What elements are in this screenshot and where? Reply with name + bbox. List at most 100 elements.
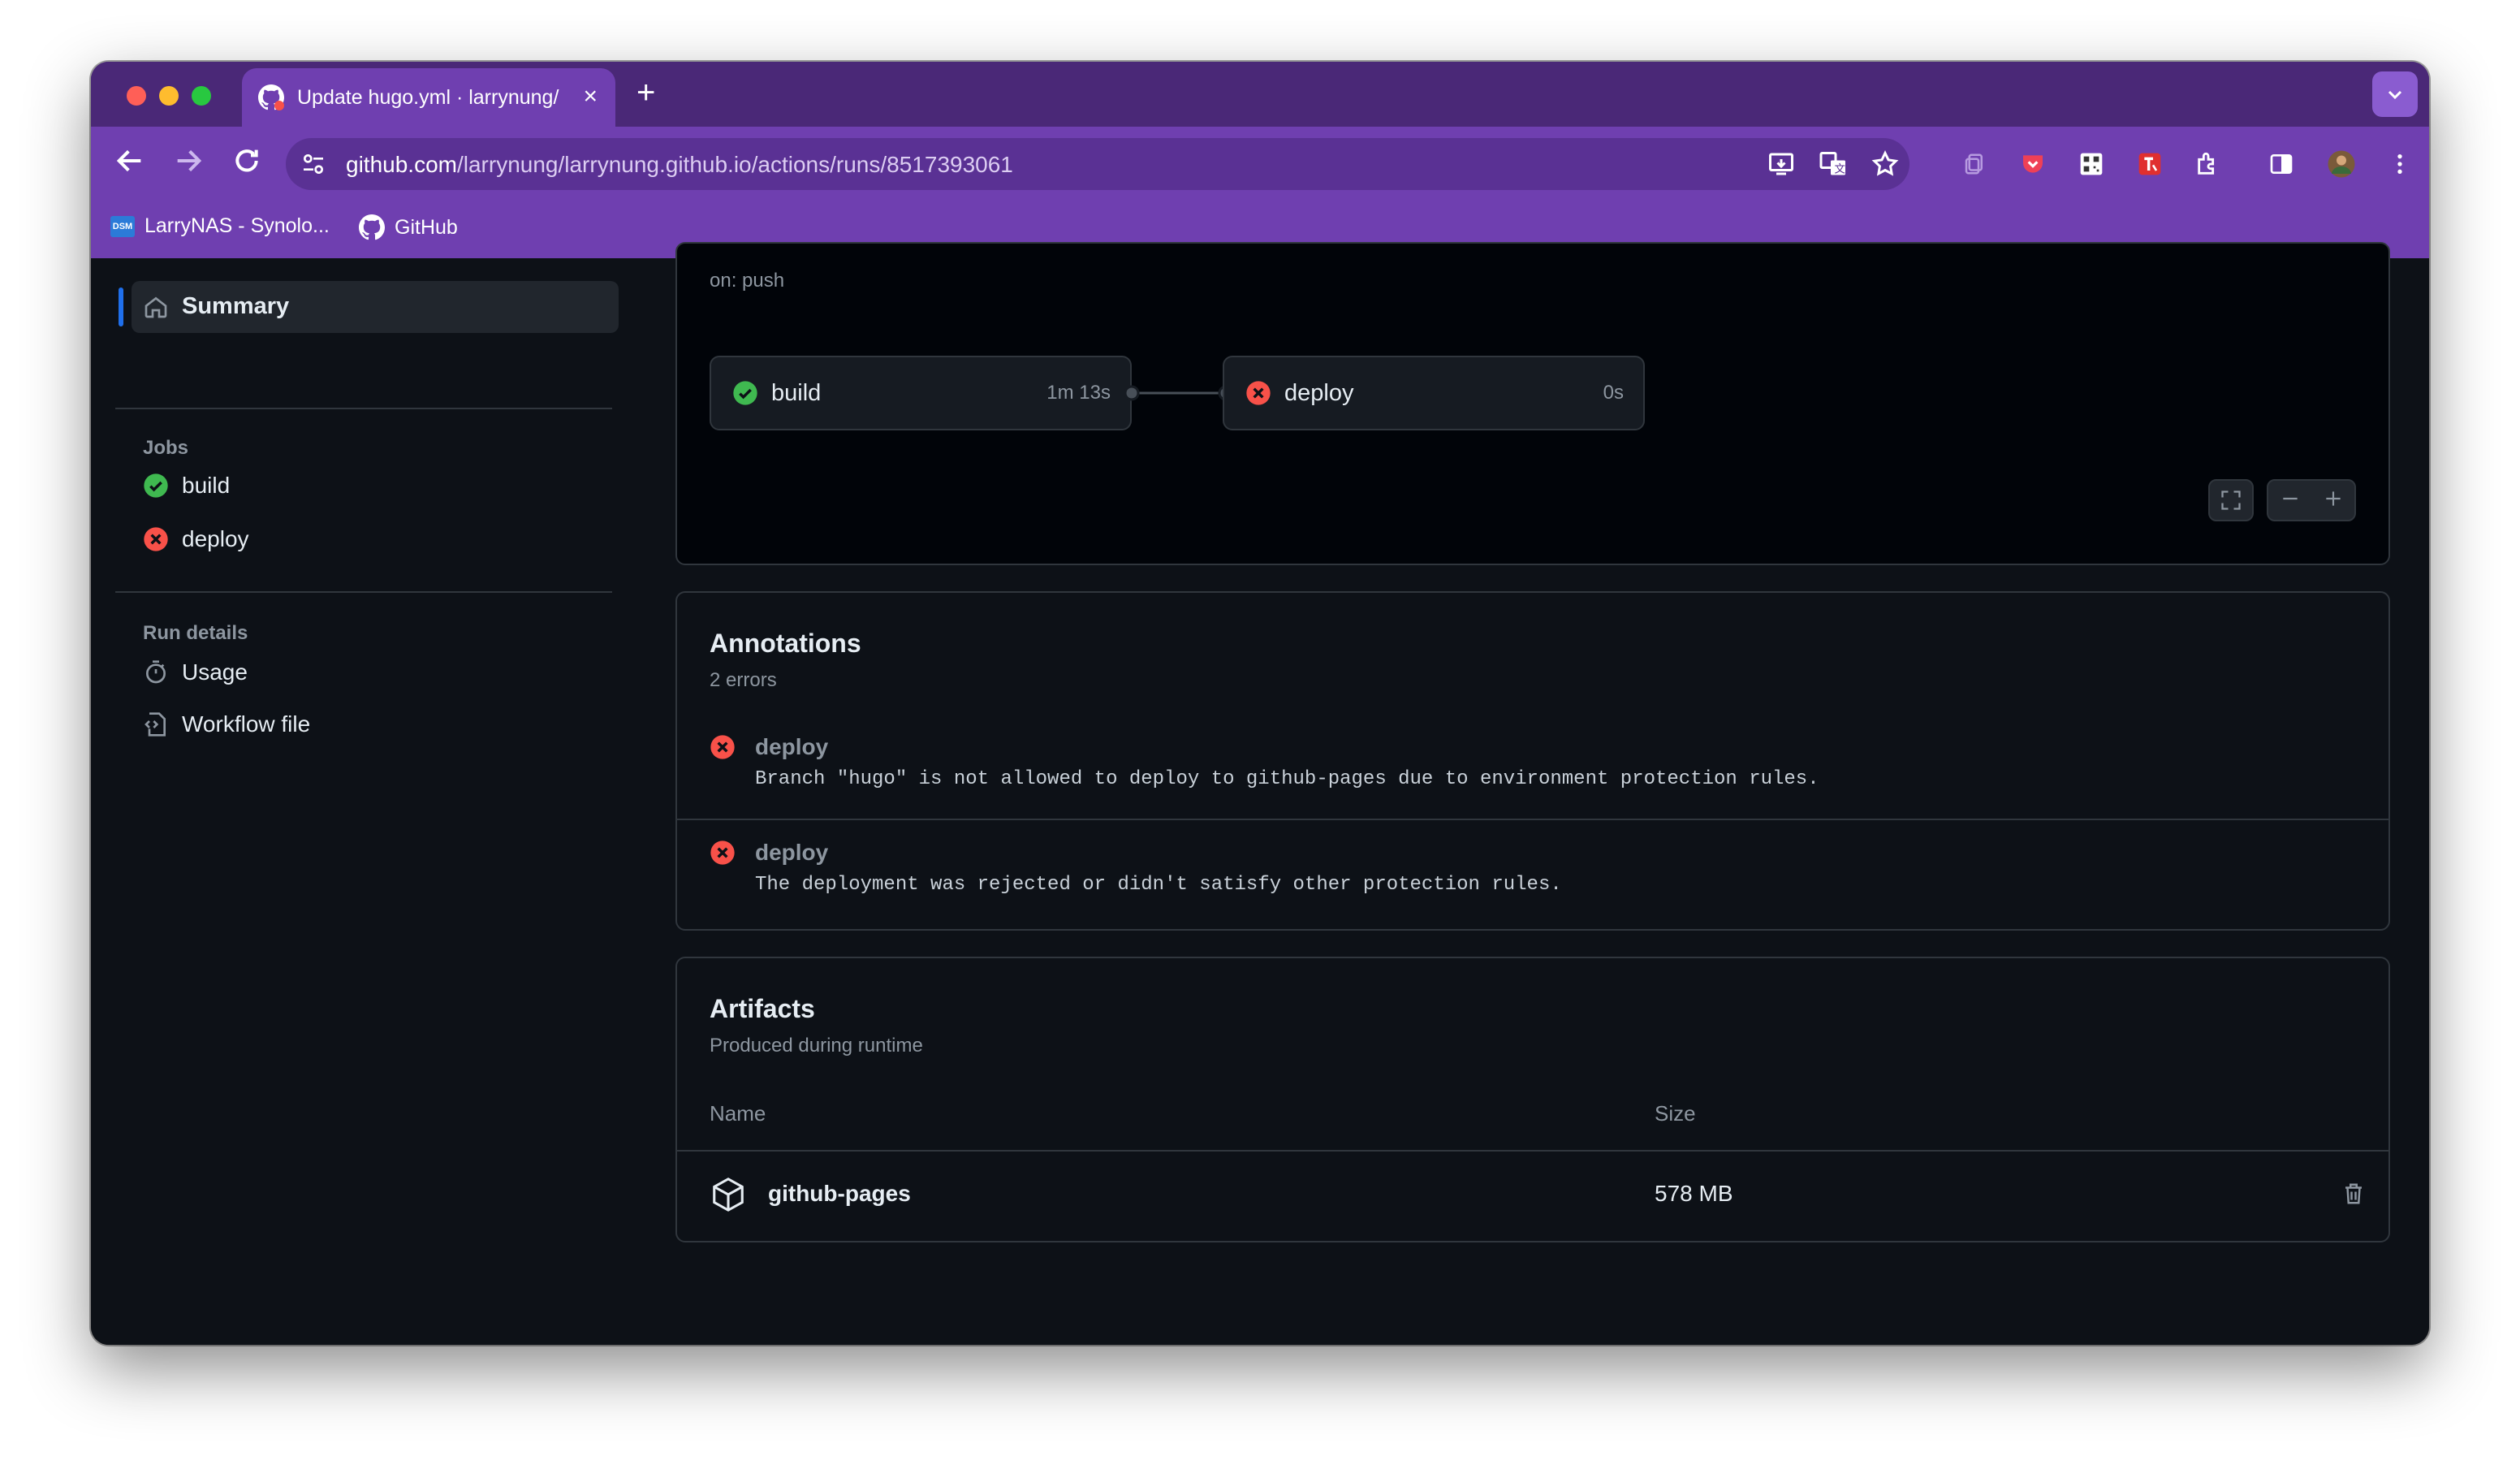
site-settings-icon	[304, 154, 323, 174]
artifacts-title: Artifacts	[710, 994, 815, 1023]
arrow-right-icon	[177, 149, 202, 172]
minimize-window-button[interactable]	[159, 86, 179, 106]
annotation-item[interactable]: deploy Branch "hugo" is not allowed to d…	[677, 723, 2388, 820]
pocket-icon[interactable]	[2015, 146, 2051, 182]
file-code-icon	[145, 712, 166, 737]
fullscreen-button[interactable]	[2208, 479, 2254, 521]
side-panel-icon[interactable]	[2263, 146, 2299, 182]
close-window-button[interactable]	[127, 86, 146, 106]
workflow-graph-panel: on: push build 1m 13s deploy 0s	[675, 242, 2390, 565]
annotation-message: The deployment was rejected or didn't sa…	[755, 874, 1562, 896]
artifacts-subtitle: Produced during runtime	[710, 1035, 923, 1057]
sidebar-item-summary[interactable]: Summary	[119, 281, 619, 333]
bookmark-label: LarryNAS - Synolo...	[145, 214, 330, 237]
column-header-name: Name	[710, 1101, 766, 1126]
browser-menu-icon[interactable]	[2382, 146, 2418, 182]
table-row: github-pages 578 MB	[677, 1152, 2388, 1241]
close-tab-icon[interactable]: ×	[583, 83, 598, 110]
job-connector	[1124, 385, 1234, 401]
zoom-out-button[interactable]	[2268, 488, 2311, 513]
bookmark-label: GitHub	[395, 215, 458, 239]
translate-icon[interactable]: 文	[1819, 149, 1848, 179]
workflow-trigger: on: push	[710, 270, 785, 292]
extensions-puzzle-icon[interactable]	[2190, 146, 2226, 182]
url-path: /larrynung/larrynung.github.io/actions/r…	[456, 152, 1013, 177]
arrow-left-icon	[116, 149, 141, 172]
maximize-window-button[interactable]	[192, 86, 211, 106]
check-circle-icon	[144, 473, 168, 498]
run-details-heading: Run details	[143, 622, 248, 644]
jobs-heading: Jobs	[143, 437, 189, 459]
annotation-divider	[677, 819, 2388, 820]
graph-job-deploy[interactable]: deploy 0s	[1223, 356, 1645, 430]
tab-title: Update hugo.yml · larrynung/	[297, 85, 559, 109]
sidebar-divider	[115, 591, 612, 593]
annotation-job: deploy	[755, 840, 829, 865]
url-domain: github.com	[346, 152, 457, 177]
url-text: github.com/larrynung/larrynung.github.io…	[346, 152, 1013, 178]
dsm-icon: DSM	[110, 215, 135, 237]
github-icon	[359, 214, 385, 240]
zoom-controls	[2267, 479, 2356, 521]
extension-copy-icon[interactable]	[1957, 146, 1992, 182]
x-circle-icon	[710, 841, 735, 865]
sidebar-item-label: Usage	[182, 659, 248, 685]
sidebar-job-deploy[interactable]: deploy	[143, 526, 249, 552]
zoom-in-button[interactable]	[2311, 488, 2354, 513]
annotation-message: Branch "hugo" is not allowed to deploy t…	[755, 768, 1819, 790]
artifacts-panel: Artifacts Produced during runtime Name S…	[675, 957, 2390, 1242]
annotation-job: deploy	[755, 734, 829, 759]
sidebar-job-label: deploy	[182, 526, 249, 551]
trash-icon[interactable]	[2341, 1181, 2366, 1207]
chevron-down-icon	[2388, 90, 2402, 100]
github-favicon-icon	[258, 84, 284, 110]
minus-icon	[2282, 497, 2298, 499]
sidebar-job-build[interactable]: build	[143, 473, 230, 499]
reload-icon	[235, 149, 258, 172]
bookmark-github[interactable]: GitHub	[359, 214, 458, 240]
artifact-size: 578 MB	[1655, 1181, 1733, 1206]
x-circle-icon	[144, 527, 168, 551]
x-circle-icon	[710, 735, 735, 759]
artifact-name-link[interactable]: github-pages	[768, 1181, 911, 1207]
new-tab-button[interactable]: +	[636, 75, 655, 111]
browser-window: Update hugo.yml · larrynung/ × + github.…	[91, 62, 2429, 1345]
reload-button[interactable]	[231, 145, 263, 181]
annotations-title: Annotations	[710, 629, 861, 658]
graph-job-duration: 0s	[1603, 382, 1624, 404]
package-icon	[713, 1178, 744, 1212]
bookmark-larrynas[interactable]: DSM LarryNAS - Synolo...	[110, 214, 330, 238]
tab-active[interactable]: Update hugo.yml · larrynung/ ×	[242, 68, 615, 127]
active-indicator	[119, 287, 123, 326]
browser-chrome: Update hugo.yml · larrynung/ × + github.…	[91, 62, 2429, 258]
install-app-icon[interactable]	[1767, 149, 1796, 179]
graph-job-name: build	[771, 379, 822, 406]
home-icon	[145, 296, 167, 318]
fullscreen-icon	[2221, 490, 2241, 510]
page-content: Summary Jobs build deploy Run details Us…	[91, 242, 2429, 1345]
forward-button[interactable]	[172, 145, 205, 181]
tab-search-button[interactable]	[2372, 71, 2418, 117]
back-button[interactable]	[114, 145, 146, 181]
sidebar-divider	[115, 408, 612, 409]
annotation-item[interactable]: deploy The deployment was rejected or di…	[677, 828, 2388, 926]
profile-avatar[interactable]	[2324, 146, 2359, 182]
sidebar-item-label: Summary	[182, 293, 290, 319]
sidebar-item-workflow-file[interactable]: Workflow file	[143, 711, 310, 737]
bookmark-star-icon[interactable]	[1871, 149, 1900, 179]
text-tool-icon[interactable]	[2132, 146, 2168, 182]
check-circle-icon	[733, 381, 757, 405]
x-circle-icon	[1246, 381, 1271, 405]
address-bar[interactable]: github.com/larrynung/larrynung.github.io…	[286, 138, 1909, 190]
stopwatch-icon	[146, 660, 166, 684]
qr-code-icon[interactable]	[2073, 146, 2109, 182]
plus-icon	[2325, 490, 2341, 506]
sidebar-item-label: Workflow file	[182, 711, 311, 737]
annotations-count: 2 errors	[710, 669, 777, 691]
column-header-size: Size	[1655, 1101, 1696, 1126]
sidebar-item-usage[interactable]: Usage	[143, 659, 248, 685]
sidebar-job-label: build	[182, 473, 231, 498]
graph-job-build[interactable]: build 1m 13s	[710, 356, 1132, 430]
graph-job-name: deploy	[1284, 379, 1354, 406]
annotations-panel: Annotations 2 errors deploy Branch "hugo…	[675, 591, 2390, 931]
